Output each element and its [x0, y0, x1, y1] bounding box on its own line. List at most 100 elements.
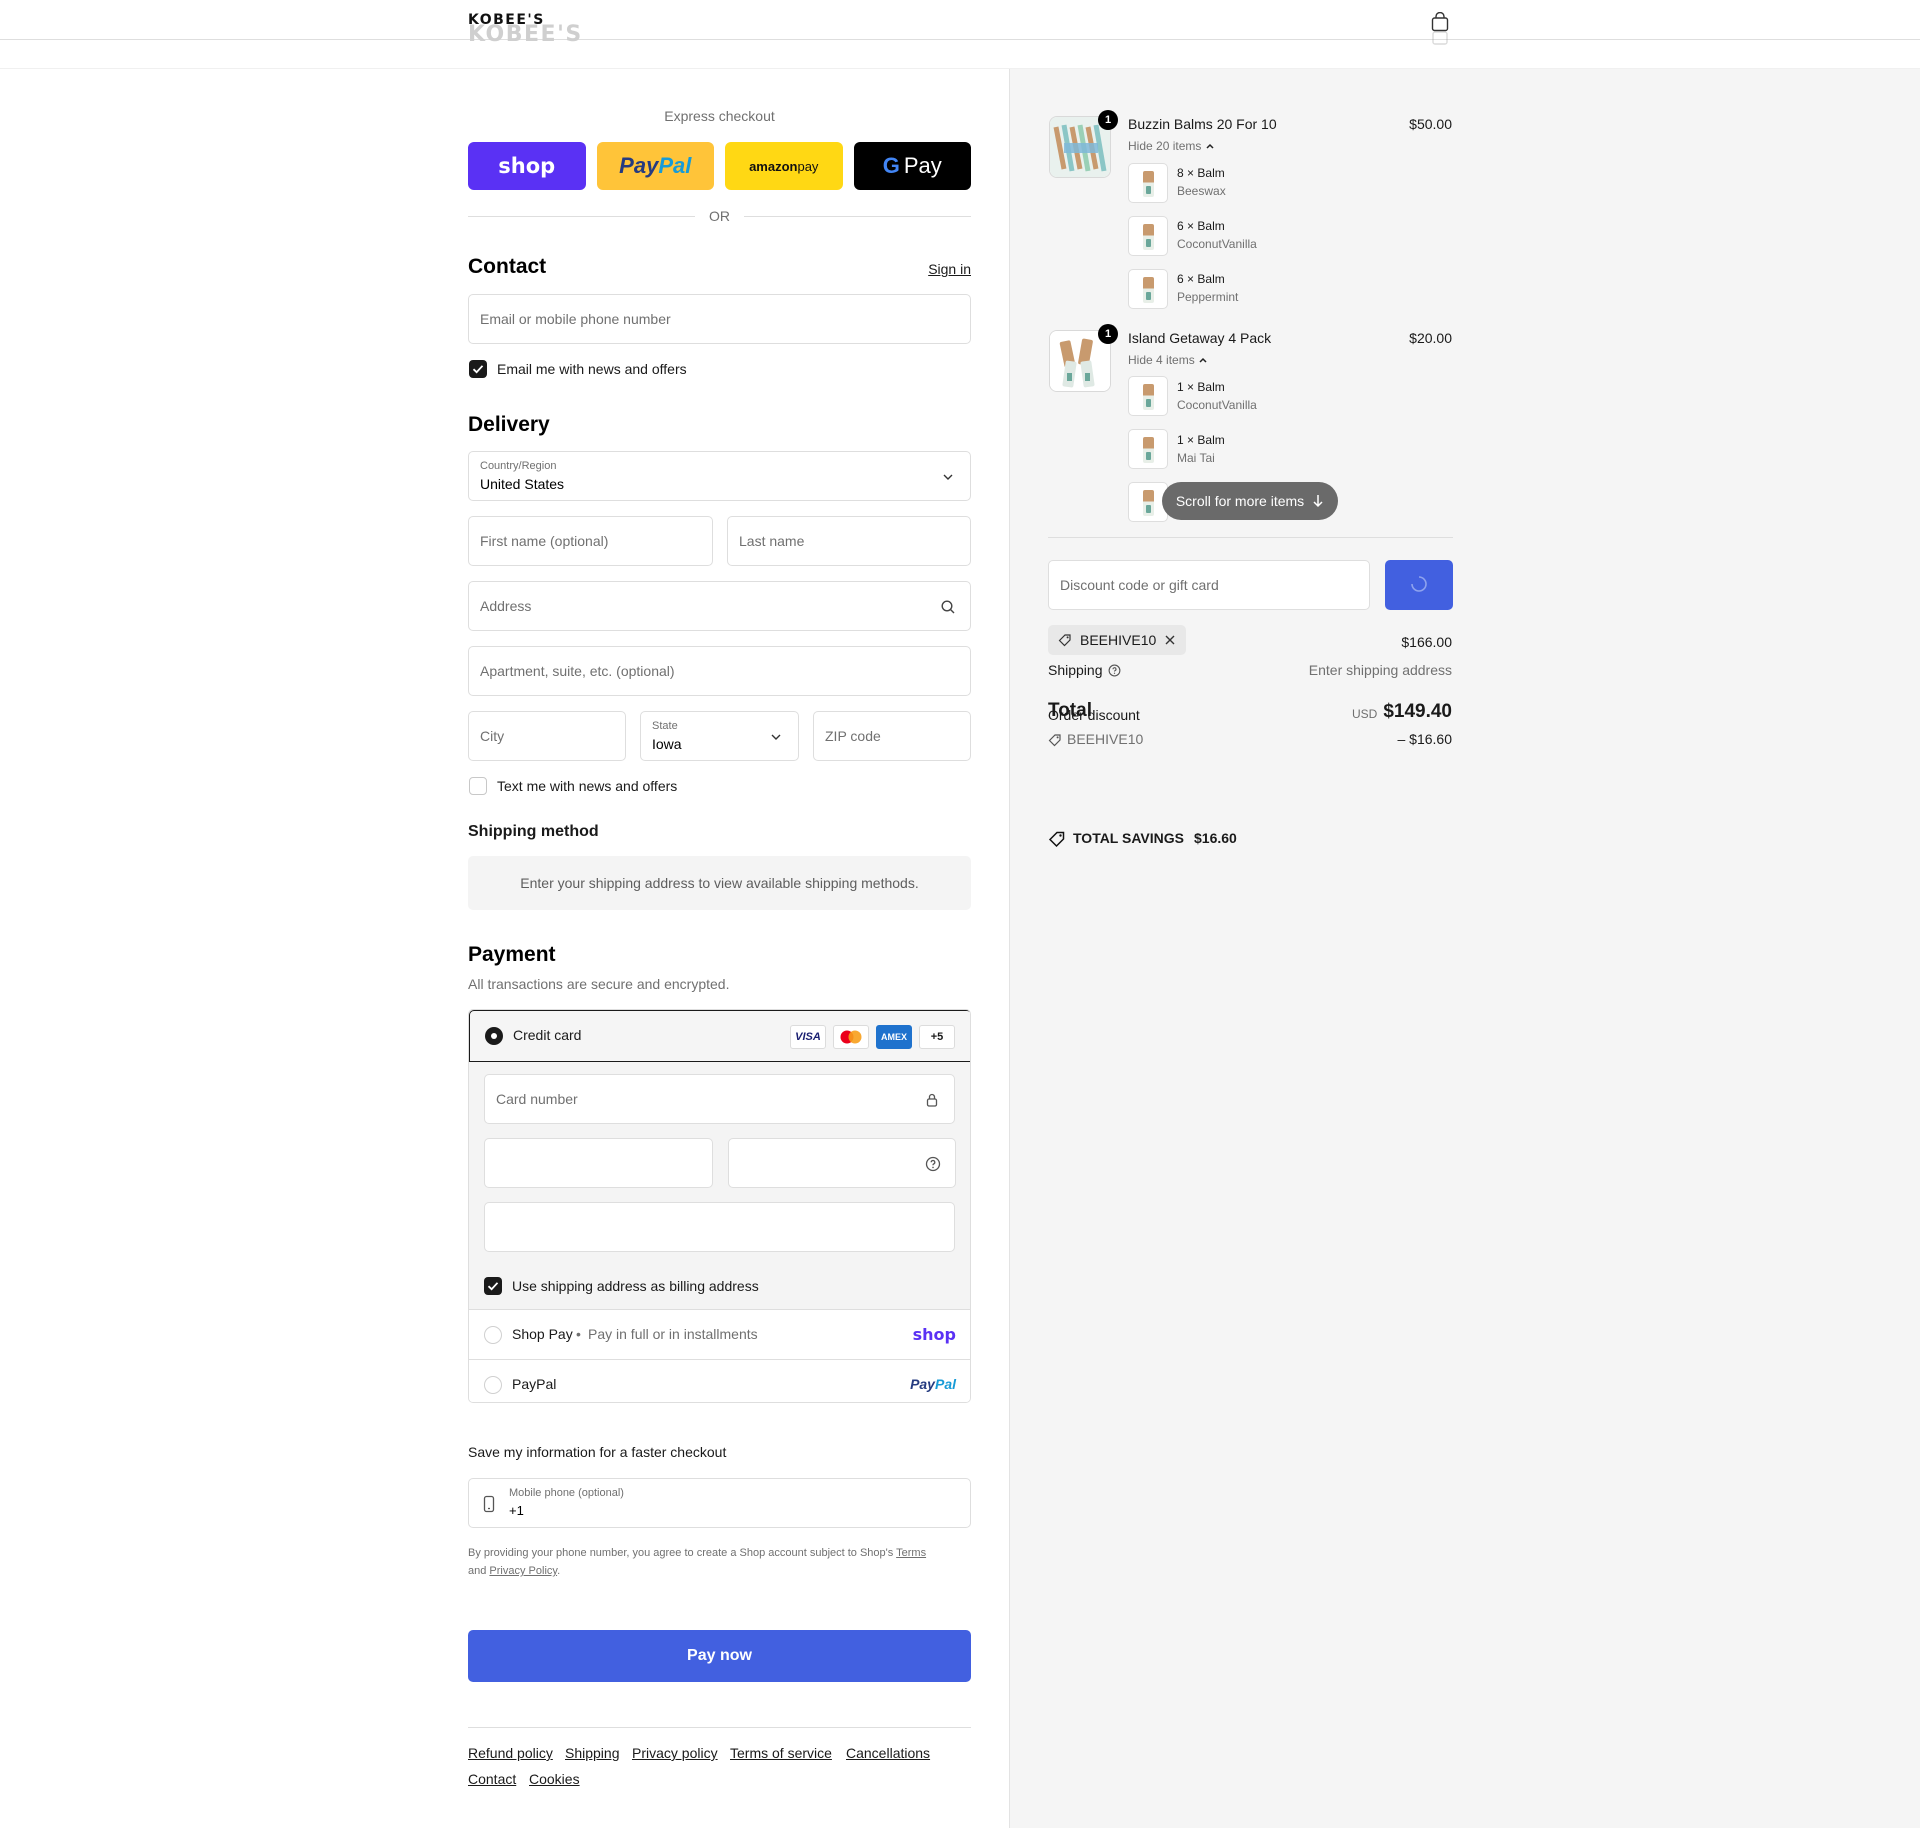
bundle-item-qty: 8 [1177, 166, 1184, 180]
tag-icon [1058, 634, 1071, 647]
card-number-field[interactable]: Card number [484, 1074, 955, 1124]
savings-tag-icon [1048, 831, 1065, 848]
bundle-item-qty: 6 [1177, 272, 1184, 286]
apartment-field[interactable]: Apartment, suite, etc. (optional) [468, 646, 971, 696]
hide-items-toggle[interactable]: Hide 20 items [1128, 139, 1215, 153]
times-symbol: × [1187, 272, 1195, 286]
city-field[interactable]: City [468, 711, 626, 761]
scroll-for-more-button[interactable]: Scroll for more items [1162, 482, 1338, 520]
terms-link[interactable]: Terms [896, 1547, 926, 1559]
shop-pay-logo: shop [498, 154, 556, 178]
product-quantity-badge: 1 [1098, 324, 1118, 344]
mastercard-circles-icon [840, 1030, 862, 1044]
state-select[interactable]: State Iowa [640, 711, 799, 761]
tag-icon [1048, 734, 1061, 747]
first-name-field[interactable]: First name (optional) [468, 516, 713, 566]
paypal-logo: PayPal [910, 1376, 956, 1392]
applied-discount-chip: BEEHIVE10 [1048, 625, 1186, 655]
paypal-logo-a: Pay [619, 153, 659, 178]
loading-spinner-icon [1411, 575, 1427, 592]
paypal-radio[interactable] [484, 1376, 502, 1394]
email-news-checkbox[interactable] [469, 360, 487, 378]
payment-methods: Credit card VISA MC AMEX +5 Card number … [468, 1009, 971, 1403]
expiration-date-field[interactable] [484, 1138, 713, 1188]
lock-icon [926, 1093, 938, 1107]
google-pay-express-button[interactable]: G Pay [853, 142, 971, 190]
amazon-pay-express-button[interactable]: amazon pay [725, 142, 843, 190]
checkmark-icon [472, 365, 484, 374]
shop-pay-express-button[interactable]: shop [468, 142, 586, 190]
shipping-policy-link[interactable]: Shipping [565, 1745, 620, 1761]
product-price: $50.00 [1409, 116, 1452, 132]
shop-pay-label: Shop Pay [512, 1326, 573, 1342]
paypal-option[interactable]: PayPal PayPal [469, 1360, 970, 1402]
discount-code-placeholder: Discount code or gift card [1060, 577, 1219, 593]
hide-items-label: Hide 20 items [1128, 139, 1202, 153]
country-select[interactable]: Country/Region United States [468, 451, 971, 501]
bundle-item-qty: 1 [1177, 380, 1184, 394]
help-circle-icon[interactable] [1108, 664, 1121, 677]
sign-in-link[interactable]: Sign in [928, 261, 971, 277]
close-icon[interactable] [1164, 634, 1176, 646]
bundle-item-image [1128, 269, 1168, 309]
checkmark-icon [487, 1282, 499, 1291]
privacy-policy-footer-link[interactable]: Privacy policy [632, 1745, 718, 1761]
product-price: $20.00 [1409, 330, 1452, 346]
email-field[interactable]: Email or mobile phone number [468, 294, 971, 344]
mobile-phone-field[interactable]: Mobile phone (optional) +1 [468, 1478, 971, 1528]
mobile-phone-value: +1 [509, 1503, 524, 1518]
refund-policy-link[interactable]: Refund policy [468, 1745, 553, 1761]
scroll-for-more-label: Scroll for more items [1175, 493, 1305, 509]
bundle-item-variant: Peppermint [1177, 290, 1239, 304]
cookies-link[interactable]: Cookies [529, 1771, 580, 1787]
apply-discount-button[interactable] [1385, 560, 1453, 610]
times-symbol: × [1187, 380, 1195, 394]
security-code-field[interactable] [728, 1138, 956, 1188]
apartment-placeholder: Apartment, suite, etc. (optional) [480, 663, 675, 679]
zip-field[interactable]: ZIP code [813, 711, 971, 761]
store-logo-ghost: KOBEE'S [468, 22, 583, 47]
discount-code-field[interactable]: Discount code or gift card [1048, 560, 1370, 610]
last-name-field[interactable]: Last name [727, 516, 971, 566]
bundle-item-name: Balm [1197, 433, 1225, 447]
privacy-policy-link[interactable]: Privacy Policy [489, 1565, 557, 1577]
paypal-express-button[interactable]: Pay Pal [596, 142, 714, 190]
contact-link[interactable]: Contact [468, 1771, 516, 1787]
delivery-heading: Delivery [468, 413, 550, 436]
bundle-item-name: Balm [1197, 272, 1225, 286]
shopping-bag-ghost-icon [1432, 31, 1448, 45]
bundle-item-image [1128, 429, 1168, 469]
credit-card-option[interactable]: Credit card VISA MC AMEX +5 [469, 1010, 970, 1062]
text-news-checkbox[interactable] [469, 777, 487, 795]
subtotal-value: $166.00 [1401, 634, 1452, 650]
paypal-logo-a: Pay [910, 1376, 935, 1392]
shop-pay-option[interactable]: Shop Pay • Pay in full or in installment… [469, 1310, 970, 1360]
credit-card-radio[interactable] [485, 1027, 503, 1045]
save-info-heading: Save my information for a faster checkou… [468, 1444, 727, 1460]
more-cards-badge: +5 [919, 1025, 955, 1049]
total-savings-label: TOTAL SAVINGS [1073, 830, 1184, 846]
bundle-item-variant: CoconutVanilla [1177, 237, 1257, 251]
pay-now-button[interactable]: Pay now [468, 1630, 971, 1682]
city-placeholder: City [480, 728, 505, 744]
payment-heading: Payment [468, 943, 556, 966]
address-placeholder: Address [480, 598, 532, 614]
first-name-placeholder: First name (optional) [480, 533, 609, 549]
product-name: Buzzin Balms 20 For 10 [1128, 116, 1277, 132]
hide-items-toggle[interactable]: Hide 4 items [1128, 353, 1208, 367]
shop-legal-text: By providing your phone number, you agre… [468, 1544, 971, 1580]
site-header: KOBEE'S KOBEE'S [0, 0, 1920, 47]
name-on-card-field[interactable] [484, 1202, 955, 1252]
help-circle-icon[interactable] [925, 1156, 941, 1172]
or-text: OR [709, 208, 730, 224]
terms-of-service-link[interactable]: Terms of service [730, 1745, 832, 1761]
state-label: State [652, 720, 678, 732]
chevron-down-icon [943, 474, 953, 480]
mobile-phone-label: Mobile phone (optional) [509, 1487, 624, 1499]
bundle-item-variant: CoconutVanilla [1177, 398, 1257, 412]
billing-address-checkbox[interactable] [484, 1277, 502, 1295]
mobile-phone-icon [483, 1495, 495, 1513]
address-field[interactable]: Address [468, 581, 971, 631]
cancellations-link[interactable]: Cancellations [846, 1745, 930, 1761]
shop-pay-radio[interactable] [484, 1326, 502, 1344]
